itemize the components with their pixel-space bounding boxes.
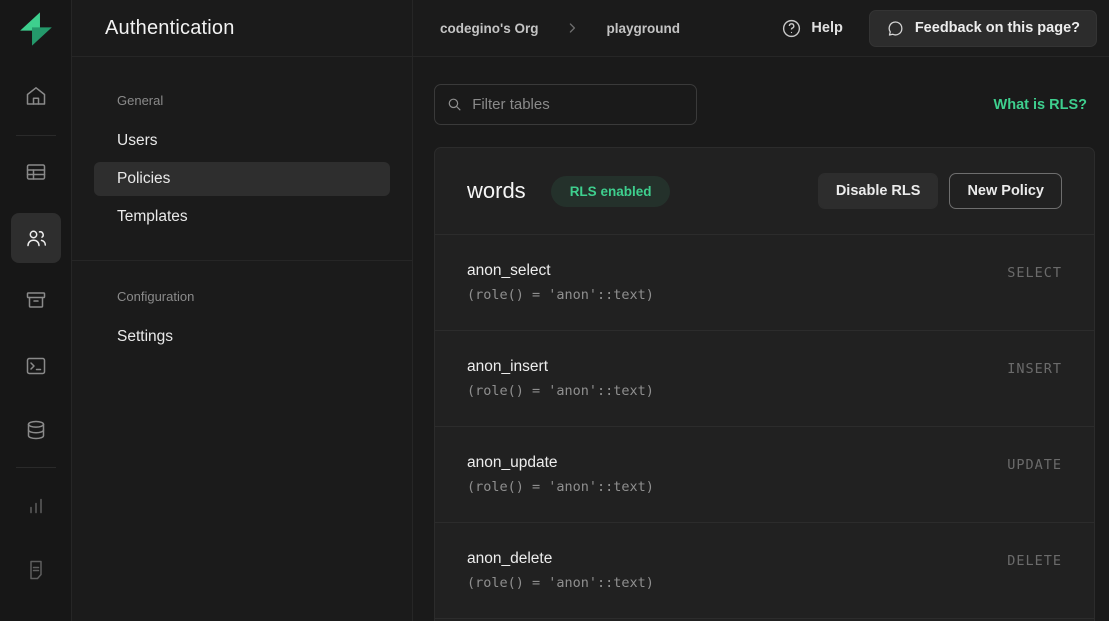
policy-definition: (role() = 'anon'::text): [467, 479, 654, 495]
disable-rls-button[interactable]: Disable RLS: [818, 173, 939, 209]
supabase-bolt-icon: [17, 10, 55, 48]
sidebar-item-templates[interactable]: Templates: [72, 200, 412, 234]
app-window: Authentication General Users Policies Te…: [0, 0, 1109, 621]
policy-command: INSERT: [1007, 361, 1062, 377]
filter-tables-box[interactable]: [434, 84, 697, 125]
policy-row-anon-select[interactable]: anon_select (role() = 'anon'::text) SELE…: [435, 234, 1094, 330]
card-actions: Disable RLS New Policy: [818, 173, 1062, 209]
policy-name: anon_delete: [467, 550, 654, 568]
top-bar: codegino's Org playground Help Feedback …: [413, 0, 1109, 57]
breadcrumb-project[interactable]: playground: [606, 21, 680, 36]
storage-icon[interactable]: [12, 276, 60, 324]
policy-row-anon-update[interactable]: anon_update (role() = 'anon'::text) UPDA…: [435, 426, 1094, 522]
supabase-logo[interactable]: [0, 0, 71, 57]
database-icon[interactable]: [12, 406, 60, 454]
reports-icon[interactable]: [12, 482, 60, 530]
logs-icon[interactable]: [12, 546, 60, 594]
search-icon: [447, 96, 462, 113]
sidebar-menu: General Users Policies Templates Configu…: [72, 57, 412, 354]
menu-divider: [72, 260, 412, 261]
policies-card: words RLS enabled Disable RLS New Policy…: [434, 147, 1095, 621]
policy-definition: (role() = 'anon'::text): [467, 383, 654, 399]
chevron-right-icon: [564, 20, 580, 36]
feedback-label: Feedback on this page?: [915, 20, 1080, 36]
policy-command: UPDATE: [1007, 457, 1062, 473]
page-title: Authentication: [105, 17, 235, 40]
policies-content: What is RLS? words RLS enabled Disable R…: [413, 57, 1109, 621]
policy-name: anon_select: [467, 262, 654, 280]
card-header: words RLS enabled Disable RLS New Policy: [435, 148, 1094, 234]
rail-divider: [16, 135, 56, 136]
policy-row-anon-delete[interactable]: anon_delete (role() = 'anon'::text) DELE…: [435, 522, 1094, 618]
new-policy-button[interactable]: New Policy: [949, 173, 1062, 209]
auth-users-icon[interactable]: [11, 213, 61, 263]
header-actions: Help Feedback on this page?: [781, 10, 1097, 47]
sidebar-header: Authentication: [72, 0, 412, 57]
policy-name: anon_insert: [467, 358, 654, 376]
menu-heading-general: General: [72, 93, 412, 108]
table-name: words: [467, 178, 526, 204]
breadcrumb-org[interactable]: codegino's Org: [440, 21, 538, 36]
policy-command: SELECT: [1007, 265, 1062, 281]
help-label: Help: [811, 20, 842, 36]
help-button[interactable]: Help: [781, 18, 842, 39]
menu-heading-configuration: Configuration: [72, 289, 412, 304]
main-area: codegino's Org playground Help Feedback …: [413, 0, 1109, 621]
policy-definition: (role() = 'anon'::text): [467, 287, 654, 303]
toolbar: What is RLS?: [434, 84, 1095, 125]
sidebar-item-users[interactable]: Users: [72, 124, 412, 158]
nav-rail: [0, 0, 72, 621]
feedback-button[interactable]: Feedback on this page?: [869, 10, 1097, 47]
help-circle-icon: [781, 18, 802, 39]
table-editor-icon[interactable]: [12, 148, 60, 196]
home-icon[interactable]: [12, 72, 60, 120]
policy-row-anon-insert[interactable]: anon_insert (role() = 'anon'::text) INSE…: [435, 330, 1094, 426]
rail-divider: [16, 467, 56, 468]
policy-name: anon_update: [467, 454, 654, 472]
sidebar-item-settings[interactable]: Settings: [72, 320, 412, 354]
speech-bubble-icon: [886, 19, 905, 38]
filter-tables-input[interactable]: [472, 96, 684, 113]
policy-definition: (role() = 'anon'::text): [467, 575, 654, 591]
what-is-rls-link[interactable]: What is RLS?: [994, 97, 1087, 113]
policy-command: DELETE: [1007, 553, 1062, 569]
sidebar: Authentication General Users Policies Te…: [72, 0, 413, 621]
sql-editor-icon[interactable]: [12, 342, 60, 390]
rls-enabled-badge: RLS enabled: [551, 176, 671, 207]
sidebar-item-policies[interactable]: Policies: [94, 162, 390, 196]
